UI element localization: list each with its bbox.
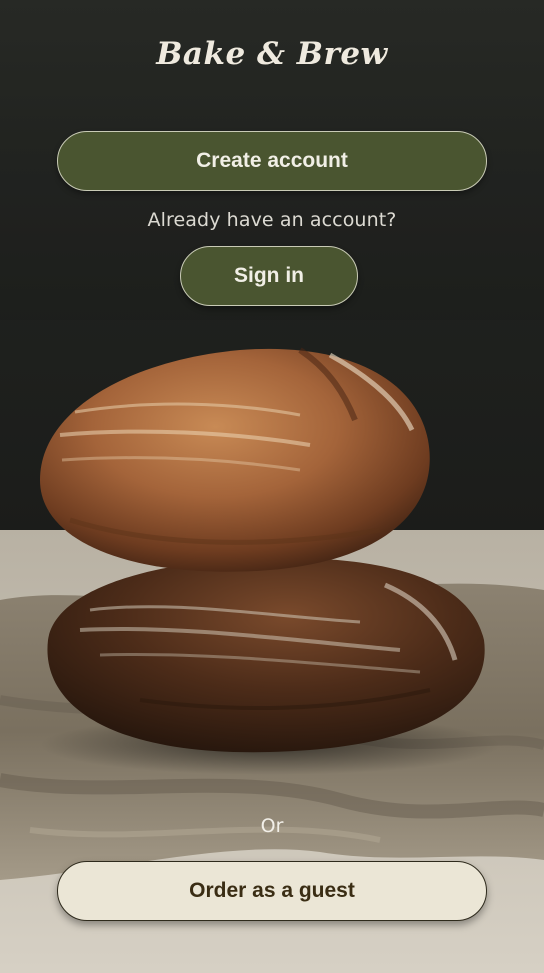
or-divider-text: Or	[260, 815, 284, 837]
already-have-account-text: Already have an account?	[147, 209, 397, 231]
sign-in-label: Sign in	[234, 264, 304, 287]
order-as-guest-label: Order as a guest	[189, 879, 355, 902]
sign-in-button[interactable]: Sign in	[180, 246, 358, 306]
order-as-guest-button[interactable]: Order as a guest	[57, 861, 487, 921]
create-account-button[interactable]: Create account	[57, 131, 487, 191]
app-title: Bake & Brew	[156, 36, 388, 72]
create-account-label: Create account	[196, 149, 348, 172]
